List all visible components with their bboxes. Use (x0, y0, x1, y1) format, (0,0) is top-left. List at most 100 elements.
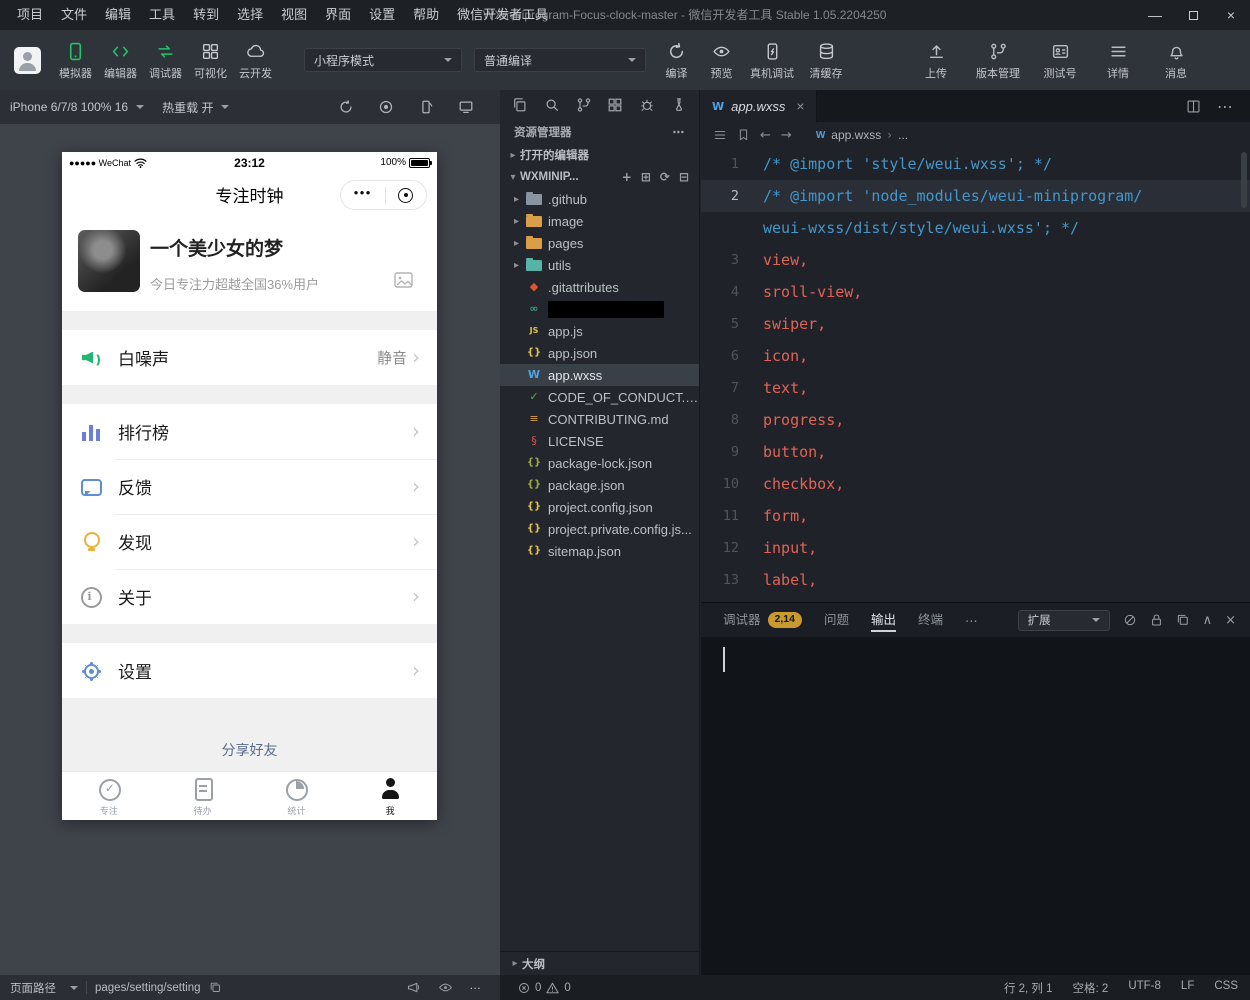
more-actions-icon[interactable]: ⋯ (673, 125, 686, 139)
page-path-select[interactable]: 页面路径 (10, 980, 78, 996)
tree-item[interactable]: {} project.config.json (500, 496, 699, 518)
close-tab-icon[interactable]: × (796, 98, 804, 114)
close-miniprogram-button[interactable] (398, 188, 413, 203)
menu-item[interactable]: 工具 (140, 0, 184, 30)
editor-button[interactable]: 编辑器 (98, 40, 143, 81)
tab-problems[interactable]: 问题 (824, 603, 849, 637)
compile-mode-select[interactable]: 普通编译 (474, 48, 646, 72)
encoding[interactable]: UTF-8 (1128, 980, 1161, 996)
menu-item[interactable]: 设置 (360, 0, 404, 30)
tree-item[interactable]: JS app.js (500, 320, 699, 342)
output-filter-select[interactable]: 扩展 (1018, 610, 1110, 631)
new-folder-icon[interactable]: ⊞ (641, 170, 651, 184)
tab-item[interactable]: 待办 (156, 772, 250, 820)
cursor-position[interactable]: 行 2, 列 1 (1004, 980, 1053, 996)
menu-item[interactable]: 文件 (52, 0, 96, 30)
tree-item[interactable]: ▸ utils (500, 254, 699, 276)
code-line[interactable]: 2 /* @import 'node_modules/weui-miniprog… (701, 180, 1250, 212)
tree-item[interactable]: ✓ CODE_OF_CONDUCT.md (500, 386, 699, 408)
editor-tab[interactable]: W app.wxss × (701, 90, 817, 122)
tree-item[interactable]: {} project.private.config.js... (500, 518, 699, 540)
list-item[interactable]: 排行榜 › (62, 404, 437, 459)
user-avatar[interactable] (78, 230, 140, 292)
tab-terminal[interactable]: 终端 (918, 603, 943, 637)
avatar[interactable] (14, 47, 41, 74)
vconsole-icon[interactable] (406, 980, 421, 995)
tab-debugger[interactable]: 调试器 2,14 (723, 603, 802, 637)
tree-item[interactable]: ◆ .gitattributes (500, 276, 699, 298)
code-line[interactable]: 8 progress, (701, 404, 1250, 436)
menu-item[interactable]: 项目 (8, 0, 52, 30)
menu-item[interactable]: 帮助 (404, 0, 448, 30)
preview-button[interactable]: 预览 (699, 40, 744, 81)
code-line[interactable]: 5 swiper, (701, 308, 1250, 340)
tree-item[interactable]: {} app.json (500, 342, 699, 364)
simulator-button[interactable]: 模拟器 (53, 40, 98, 81)
code-line[interactable]: 4 sroll-view, (701, 276, 1250, 308)
tree-item[interactable]: ▸ .github (500, 188, 699, 210)
debug-icon[interactable] (639, 97, 655, 113)
record-icon[interactable] (378, 99, 394, 115)
code-line[interactable]: 11 form, (701, 500, 1250, 532)
outline-list-icon[interactable] (713, 128, 727, 142)
more-actions-icon[interactable]: ⋯ (470, 981, 483, 995)
collapse-all-icon[interactable]: ⊟ (679, 170, 689, 184)
project-root-row[interactable]: ▾ WXMINIP... + ⊞ ⟳ ⊟ (500, 166, 699, 188)
close-button[interactable]: × (1212, 0, 1250, 30)
clear-cache-button[interactable]: 清缓存 (800, 40, 852, 81)
list-item[interactable]: 设置 › (62, 643, 437, 698)
rotate-device-icon[interactable] (418, 99, 434, 115)
test-account-button[interactable]: 测试号 (1034, 40, 1086, 81)
git-branch-icon[interactable] (576, 97, 592, 113)
refresh-icon[interactable]: ⟳ (660, 170, 670, 184)
console-output[interactable] (701, 637, 1250, 975)
visualize-button[interactable]: 可视化 (188, 40, 233, 81)
tree-item[interactable]: § LICENSE (500, 430, 699, 452)
indent-setting[interactable]: 空格: 2 (1073, 980, 1109, 996)
split-editor-icon[interactable] (1186, 99, 1201, 114)
remote-debug-button[interactable]: 真机调试 (744, 40, 800, 81)
clear-output-icon[interactable] (1123, 613, 1137, 627)
extensions-icon[interactable] (607, 97, 623, 113)
code-line[interactable]: 1 /* @import 'style/weui.wxss'; */ (701, 148, 1250, 180)
tab-item[interactable]: 我 (343, 772, 437, 820)
tab-item[interactable]: 统计 (250, 772, 344, 820)
more-tabs-icon[interactable]: ⋯ (965, 613, 979, 628)
menu-item[interactable]: 视图 (272, 0, 316, 30)
menu-item[interactable]: 微信开发者工具 (448, 0, 557, 30)
code-line[interactable]: 6 icon, (701, 340, 1250, 372)
hot-reload-select[interactable]: 热重载 开 (162, 99, 229, 116)
list-item[interactable]: 关于 › (62, 569, 437, 624)
code-line[interactable]: 3 view, (701, 244, 1250, 276)
lock-icon[interactable] (1150, 613, 1163, 627)
device-select[interactable]: iPhone 6/7/8 100% 16 (10, 100, 144, 114)
menu-item[interactable]: 转到 (184, 0, 228, 30)
tree-item[interactable]: ∞ (500, 298, 699, 320)
new-file-icon[interactable]: + (622, 170, 632, 184)
forward-arrow-icon[interactable]: → (781, 128, 792, 143)
tree-item[interactable]: {} package-lock.json (500, 452, 699, 474)
close-panel-icon[interactable]: × (1225, 613, 1236, 628)
eol-setting[interactable]: LF (1181, 980, 1194, 996)
profile-section[interactable]: 一个美少女的梦 今日专注力超越全国36%用户 (62, 216, 437, 311)
scrollbar-thumb[interactable] (1241, 152, 1247, 208)
copy-path-icon[interactable] (209, 981, 222, 994)
minimize-button[interactable]: — (1136, 0, 1174, 30)
outline-section[interactable]: ▸ 大纲 (500, 951, 699, 975)
code-line[interactable]: weui-wxss/dist/style/weui.wxss'; */ (701, 212, 1250, 244)
debugger-button[interactable]: 调试器 (143, 40, 188, 81)
photo-icon[interactable] (394, 271, 415, 290)
tree-item[interactable]: {} package.json (500, 474, 699, 496)
tree-item[interactable]: {} sitemap.json (500, 540, 699, 562)
bookmark-icon[interactable] (737, 128, 750, 142)
code-line[interactable]: 10 checkbox, (701, 468, 1250, 500)
cloud-dev-button[interactable]: 云开发 (233, 40, 278, 81)
list-item[interactable]: 反馈 › (62, 459, 437, 514)
tree-item[interactable]: ▸ pages (500, 232, 699, 254)
search-icon[interactable] (544, 97, 560, 113)
code-line[interactable]: 9 button, (701, 436, 1250, 468)
code-line[interactable]: 12 input, (701, 532, 1250, 564)
refresh-icon[interactable] (338, 99, 354, 115)
duplicate-icon[interactable] (1176, 613, 1190, 627)
maximize-panel-icon[interactable]: ∧ (1203, 613, 1213, 628)
